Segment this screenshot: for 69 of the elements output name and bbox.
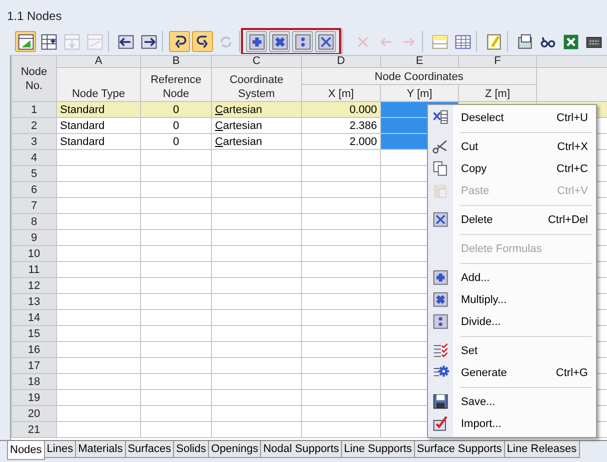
menu-item[interactable]: Copy Ctrl+C <box>428 158 596 180</box>
menu-item[interactable]: Import... <box>428 413 596 435</box>
row-number: 14 <box>12 310 56 326</box>
menu-item[interactable]: Multiply... <box>428 289 596 311</box>
sheet-tab[interactable]: Solids <box>173 441 210 458</box>
column-header: X [m] <box>302 84 380 102</box>
table-cell: Cartesian <box>215 134 262 148</box>
row-number: 7 <box>12 198 56 214</box>
sheet-tab[interactable]: Surface Supports <box>414 441 505 458</box>
menu-item[interactable]: Add... <box>428 267 596 289</box>
row-number: 20 <box>12 406 56 422</box>
row-number: 10 <box>12 246 56 262</box>
column-letter: E <box>380 56 458 68</box>
sheet-tab[interactable]: Openings <box>208 441 262 458</box>
column-group-header: Node Coordinates <box>302 68 536 84</box>
column-letter: B <box>140 56 212 68</box>
row-number: 8 <box>12 214 56 230</box>
column-header: Reference Node <box>140 68 212 102</box>
row-number: 1 <box>12 102 56 118</box>
row-number: 16 <box>12 342 56 358</box>
sheet-tab[interactable]: Lines <box>44 441 76 458</box>
row-number: 12 <box>12 278 56 294</box>
row-number: 5 <box>12 166 56 182</box>
table-cell: 0.000 <box>302 102 380 118</box>
menu-item[interactable]: Cut Ctrl+X <box>428 136 596 158</box>
menu-item[interactable]: Delete Ctrl+Del <box>428 209 596 231</box>
row-number: 11 <box>12 262 56 278</box>
row-number: 9 <box>12 230 56 246</box>
row-number: 17 <box>12 358 56 374</box>
row-number: 19 <box>12 390 56 406</box>
column-header: Node No. <box>12 56 56 102</box>
table-cell: 2.386 <box>302 118 380 134</box>
panel-title: 1.1 Nodes <box>7 9 62 23</box>
row-number: 6 <box>12 182 56 198</box>
sheet-tab[interactable]: Nodes <box>7 441 45 460</box>
sheet-tab[interactable]: Surfaces <box>124 441 174 458</box>
menu-item[interactable]: Divide... <box>428 311 596 333</box>
row-number: 18 <box>12 374 56 390</box>
column-header: Coordinate System <box>212 68 302 102</box>
column-letter: F <box>458 56 536 68</box>
table-cell: 2.000 <box>302 134 380 150</box>
column-letter: A <box>56 56 140 68</box>
row-number: 15 <box>12 326 56 342</box>
sheet-tab[interactable]: Line Supports <box>341 441 415 458</box>
table-cell: Standard <box>56 134 140 150</box>
column-header: Z [m] <box>458 84 536 102</box>
row-number: 13 <box>12 294 56 310</box>
menu-item[interactable]: Deselect Ctrl+U <box>428 107 596 129</box>
sheet-tab[interactable]: Line Releases <box>504 441 580 458</box>
row-number: 4 <box>12 150 56 166</box>
table-cell: 0 <box>140 102 212 118</box>
table-cell: Standard <box>56 118 140 134</box>
table-cell: Standard <box>56 102 140 118</box>
menu-item[interactable]: Save... <box>428 391 596 413</box>
sheet-tab[interactable]: Materials <box>75 441 126 458</box>
column-header: Node Type <box>56 68 140 102</box>
menu-item[interactable]: Generate Ctrl+G <box>428 362 596 384</box>
row-number: 2 <box>12 118 56 134</box>
table-cell: 0 <box>140 134 212 150</box>
menu-item[interactable]: Set <box>428 340 596 362</box>
table-cell: Cartesian <box>215 118 262 132</box>
row-number: 21 <box>12 422 56 438</box>
column-letter: D <box>302 56 380 68</box>
sheet-tab[interactable]: Nodal Supports <box>260 441 342 458</box>
row-number: 3 <box>12 134 56 150</box>
column-header: Y [m] <box>380 84 458 102</box>
column-letter: C <box>212 56 302 68</box>
table-cell: Cartesian <box>215 102 262 116</box>
table-cell: 0 <box>140 118 212 134</box>
